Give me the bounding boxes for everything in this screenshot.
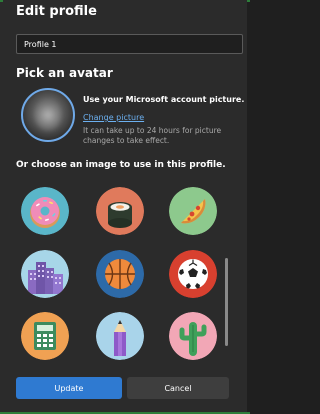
avatar-option-donut[interactable]: [21, 187, 69, 235]
cancel-button[interactable]: Cancel: [127, 377, 229, 399]
basketball-icon: [96, 250, 144, 298]
avatar-option-city[interactable]: [21, 250, 69, 298]
avatar-grid-scrollbar[interactable]: [225, 258, 228, 346]
account-picture-face: [35, 100, 61, 130]
update-button[interactable]: Update: [16, 377, 122, 399]
avatar-option-basketball[interactable]: [96, 250, 144, 298]
avatar-grid: [16, 187, 224, 365]
choose-image-prompt: Or choose an image to use in this profil…: [16, 160, 226, 170]
dialog-title: Edit profile: [16, 4, 97, 19]
avatar-option-cactus[interactable]: [169, 312, 217, 360]
pick-avatar-heading: Pick an avatar: [16, 66, 113, 80]
edit-profile-dialog: Edit profile Pick an avatar Use your Mic…: [3, 0, 247, 414]
profile-name-input[interactable]: [16, 34, 243, 54]
account-picture-avatar[interactable]: [21, 88, 75, 142]
pencil-icon: [96, 312, 144, 360]
sushi-icon: [96, 187, 144, 235]
avatar-option-pencil[interactable]: [96, 312, 144, 360]
soccer-ball-icon: [169, 250, 217, 298]
account-picture-title: Use your Microsoft account picture.: [83, 95, 245, 104]
account-picture-note: It can take up to 24 hours for picture c…: [83, 126, 222, 145]
donut-icon: [21, 187, 69, 235]
city-icon: [21, 250, 69, 298]
cactus-icon: [169, 312, 217, 360]
calculator-icon: [21, 312, 69, 360]
change-picture-link[interactable]: Change picture: [83, 112, 144, 124]
avatar-option-soccer[interactable]: [169, 250, 217, 298]
account-picture-info: Use your Microsoft account picture. Chan…: [83, 94, 245, 146]
avatar-option-calculator[interactable]: [21, 312, 69, 360]
avatar-option-sushi[interactable]: [96, 187, 144, 235]
avatar-option-pizza[interactable]: [169, 187, 217, 235]
pizza-icon: [169, 187, 217, 235]
